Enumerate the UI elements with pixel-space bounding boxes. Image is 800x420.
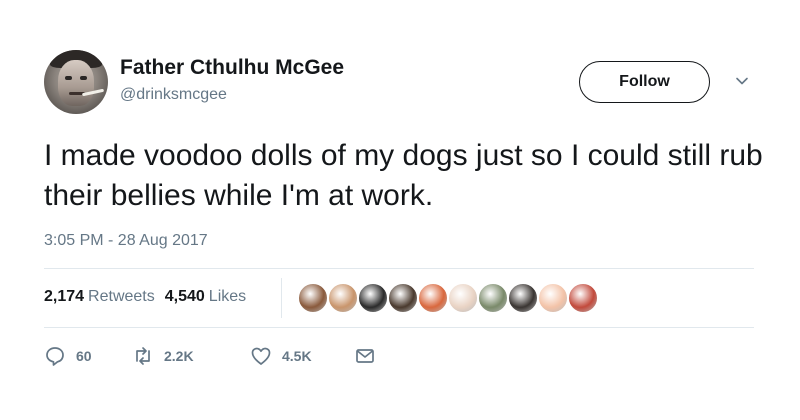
- tweet-timestamp[interactable]: 3:05 PM - 28 Aug 2017: [44, 232, 208, 250]
- liker-avatar[interactable]: [328, 283, 358, 313]
- reply-action[interactable]: 60: [44, 345, 92, 367]
- reply-icon: [46, 347, 64, 366]
- chevron-down-icon[interactable]: [735, 74, 749, 88]
- user-handle[interactable]: @drinksmcgee: [120, 86, 227, 104]
- divider-top: [44, 268, 754, 269]
- avatar-eye-left: [65, 76, 72, 80]
- avatar-eye-right: [80, 76, 87, 80]
- liker-avatar[interactable]: [478, 283, 508, 313]
- user-avatar[interactable]: [44, 50, 108, 114]
- reply-count: 60: [76, 348, 92, 364]
- dm-action[interactable]: [354, 345, 376, 367]
- like-count: 4.5K: [282, 348, 312, 364]
- retweet-icon: [136, 347, 150, 365]
- likes-label: Likes: [208, 288, 247, 305]
- envelope-icon: [356, 349, 374, 363]
- retweets-label: Retweets: [88, 288, 155, 305]
- liker-avatar[interactable]: [418, 283, 448, 313]
- liker-avatar[interactable]: [358, 283, 388, 313]
- tweet-card: Father Cthulhu McGee @drinksmcgee Follow…: [0, 0, 800, 420]
- likes-stat[interactable]: 4,540 Likes: [165, 288, 246, 306]
- retweet-count: 2.2K: [164, 348, 194, 364]
- liker-avatar[interactable]: [508, 283, 538, 313]
- tweet-text: I made voodoo dolls of my dogs just so I…: [44, 139, 763, 212]
- engagement-stats: 2,174 Retweets 4,540 Likes: [44, 288, 246, 306]
- liker-avatar[interactable]: [448, 283, 478, 313]
- liker-avatar[interactable]: [298, 283, 328, 313]
- heart-icon: [251, 347, 271, 365]
- liker-avatar[interactable]: [388, 283, 418, 313]
- avatar-face: [58, 60, 94, 106]
- divider-bottom: [44, 327, 754, 328]
- user-display-name[interactable]: Father Cthulhu McGee: [120, 56, 344, 80]
- retweets-stat[interactable]: 2,174 Retweets: [44, 288, 155, 306]
- liker-avatar[interactable]: [538, 283, 568, 313]
- likes-count: 4,540: [164, 288, 205, 305]
- retweets-count: 2,174: [44, 288, 85, 305]
- like-action[interactable]: 4.5K: [250, 345, 312, 367]
- stats-separator: [281, 278, 282, 318]
- retweet-action[interactable]: 2.2K: [132, 345, 194, 367]
- liker-avatar[interactable]: [568, 283, 598, 313]
- follow-button[interactable]: Follow: [579, 61, 710, 103]
